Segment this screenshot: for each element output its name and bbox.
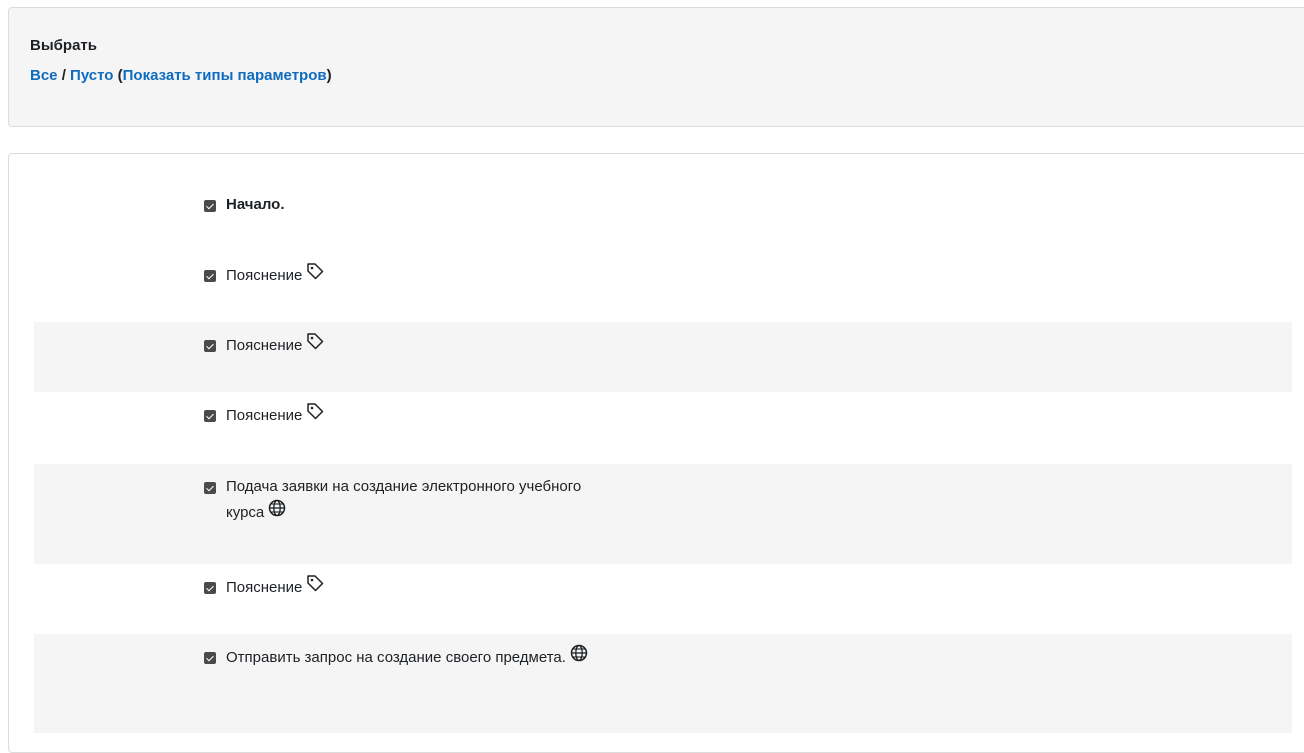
item-label: Пояснение xyxy=(226,336,303,354)
globe-icon xyxy=(267,498,287,526)
item-label-wrap: Отправить запрос на создание своего пред… xyxy=(226,644,606,672)
tag-icon xyxy=(305,261,325,289)
item-checkbox[interactable] xyxy=(204,340,216,352)
item-label: Пояснение xyxy=(226,578,303,596)
globe-icon xyxy=(569,643,589,671)
show-types-link[interactable]: Показать типы параметров xyxy=(123,67,327,84)
tag-icon xyxy=(305,331,325,359)
item-checkbox[interactable] xyxy=(204,652,216,664)
separator: / xyxy=(61,67,66,84)
item-label-wrap: Подача заявки на создание электронного у… xyxy=(226,474,606,527)
item-checkbox[interactable] xyxy=(204,270,216,282)
list-item: Начало. xyxy=(34,182,1292,222)
select-links: Все / Пусто (Показать типы параметров) xyxy=(30,66,332,86)
item-label-wrap: Пояснение xyxy=(226,332,325,360)
list-item: Пояснение xyxy=(34,252,1292,292)
list-item: Пояснение xyxy=(34,564,1292,634)
item-checkbox[interactable] xyxy=(204,482,216,494)
item-label: Пояснение xyxy=(226,266,303,284)
paren-close: ) xyxy=(326,67,332,84)
tag-icon xyxy=(305,401,325,429)
list-item: Пояснение xyxy=(34,322,1292,392)
item-label-wrap: Пояснение xyxy=(226,262,325,290)
tag-icon xyxy=(305,573,325,601)
item-label-wrap: Пояснение xyxy=(226,574,325,602)
list-item: Отправить запрос на создание своего пред… xyxy=(34,634,1292,733)
list-item: Пояснение xyxy=(34,392,1292,464)
item-label: Начало. xyxy=(226,196,285,213)
list-item: Подача заявки на создание электронного у… xyxy=(34,464,1292,564)
item-label: Пояснение xyxy=(226,406,303,424)
item-label-wrap: Пояснение xyxy=(226,402,325,430)
select-all-link[interactable]: Все xyxy=(30,67,58,84)
item-checkbox[interactable] xyxy=(204,200,216,212)
select-none-link[interactable]: Пусто xyxy=(70,67,113,84)
item-checkbox[interactable] xyxy=(204,582,216,594)
item-label: Отправить запрос на создание своего пред… xyxy=(226,648,566,666)
select-title: Выбрать xyxy=(30,37,97,54)
item-checkbox[interactable] xyxy=(204,410,216,422)
